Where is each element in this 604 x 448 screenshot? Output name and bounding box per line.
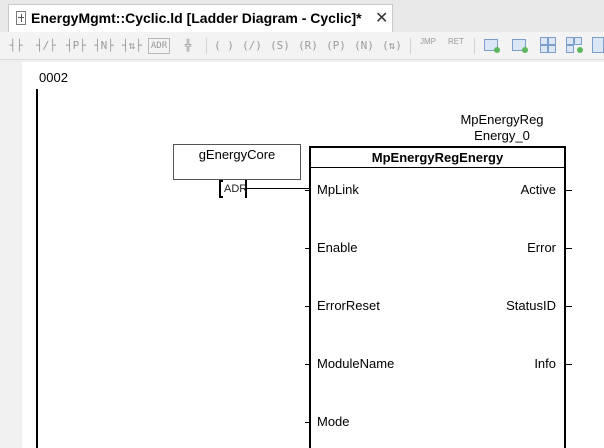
output-pin-statusid[interactable]: StatusID bbox=[506, 298, 556, 313]
positive-transition-coil-icon[interactable]: (P) bbox=[324, 36, 348, 56]
output-pin-line bbox=[566, 248, 572, 249]
tab-title: EnergyMgmt::Cyclic.ld [Ladder Diagram - … bbox=[31, 10, 362, 26]
ladder-file-icon bbox=[16, 11, 26, 25]
input-pin-mode[interactable]: Mode bbox=[317, 414, 350, 429]
adr-operator[interactable]: ADR bbox=[219, 180, 247, 198]
insert-rung-above-icon[interactable] bbox=[484, 37, 502, 55]
add-column-icon[interactable] bbox=[540, 37, 558, 55]
editor-tab[interactable]: EnergyMgmt::Cyclic.ld [Ladder Diagram - … bbox=[8, 4, 393, 32]
output-pin-line bbox=[566, 190, 572, 191]
input-pin-enable[interactable]: Enable bbox=[317, 240, 357, 255]
instance-name-label[interactable]: Energy_0 bbox=[452, 128, 552, 143]
connection-wire bbox=[247, 188, 309, 189]
instance-type-label: MpEnergyReg bbox=[460, 112, 544, 127]
editor-tab-bar: EnergyMgmt::Cyclic.ld [Ladder Diagram - … bbox=[0, 0, 604, 32]
address-icon[interactable]: ADR bbox=[148, 38, 170, 54]
output-pin-info[interactable]: Info bbox=[534, 356, 556, 371]
negative-edge-contact-icon[interactable]: ┤N├ bbox=[92, 36, 116, 56]
output-pin-error[interactable]: Error bbox=[527, 240, 556, 255]
negative-transition-coil-icon[interactable]: (N) bbox=[352, 36, 376, 56]
output-pin-line bbox=[566, 364, 572, 365]
input-pin-line bbox=[305, 306, 311, 307]
close-tab-icon[interactable]: ✕ bbox=[375, 8, 388, 28]
positive-edge-contact-icon[interactable]: ┤P├ bbox=[64, 36, 88, 56]
toolbar-separator bbox=[410, 38, 411, 54]
other-coil-icon[interactable]: (⇅) bbox=[380, 36, 404, 56]
contact-icon[interactable]: ┤├ bbox=[4, 36, 28, 56]
input-pin-line bbox=[305, 364, 311, 365]
negated-coil-icon[interactable]: (/) bbox=[240, 36, 264, 56]
coil-icon[interactable]: ( ) bbox=[212, 36, 236, 56]
left-power-rail bbox=[36, 89, 38, 448]
input-pin-modulename[interactable]: ModuleName bbox=[317, 356, 394, 371]
return-icon[interactable]: RET bbox=[444, 36, 468, 56]
ladder-toolbar: ┤├ ┤/├ ┤P├ ┤N├ ┤⇅├ ADR ╬ ( ) (/) (S) (R)… bbox=[0, 32, 604, 60]
negated-contact-icon[interactable]: ┤/├ bbox=[34, 36, 58, 56]
parallel-branch-icon[interactable]: ╬ bbox=[176, 36, 200, 56]
input-pin-mplink[interactable]: MpLink bbox=[317, 182, 359, 197]
output-pin-active[interactable]: Active bbox=[521, 182, 556, 197]
insert-rung-below-icon[interactable] bbox=[512, 37, 530, 55]
function-block-title: MpEnergyRegEnergy bbox=[311, 148, 564, 168]
set-coil-icon[interactable]: (S) bbox=[268, 36, 292, 56]
input-pin-line bbox=[305, 422, 311, 423]
input-pin-errorreset[interactable]: ErrorReset bbox=[317, 298, 380, 313]
ladder-canvas[interactable]: 0002 MpEnergyReg Energy_0 gEnergyCore AD… bbox=[22, 62, 604, 448]
edge-contact-icon[interactable]: ┤⇅├ bbox=[120, 36, 144, 56]
output-pin-line bbox=[566, 306, 572, 307]
variable-box[interactable]: gEnergyCore bbox=[173, 144, 301, 180]
reset-coil-icon[interactable]: (R) bbox=[296, 36, 320, 56]
function-block[interactable]: MpEnergyRegEnergy MpLink Active Enable E… bbox=[305, 146, 572, 448]
toolbar-separator bbox=[474, 38, 475, 54]
jump-icon[interactable]: JMP bbox=[416, 36, 440, 56]
variable-name: gEnergyCore bbox=[198, 147, 276, 162]
add-row-icon[interactable] bbox=[566, 37, 584, 55]
input-pin-line bbox=[305, 248, 311, 249]
toolbar-separator bbox=[206, 38, 207, 54]
rung-number: 0002 bbox=[39, 70, 68, 85]
input-pin-line bbox=[305, 190, 311, 191]
table-icon[interactable] bbox=[592, 37, 604, 55]
